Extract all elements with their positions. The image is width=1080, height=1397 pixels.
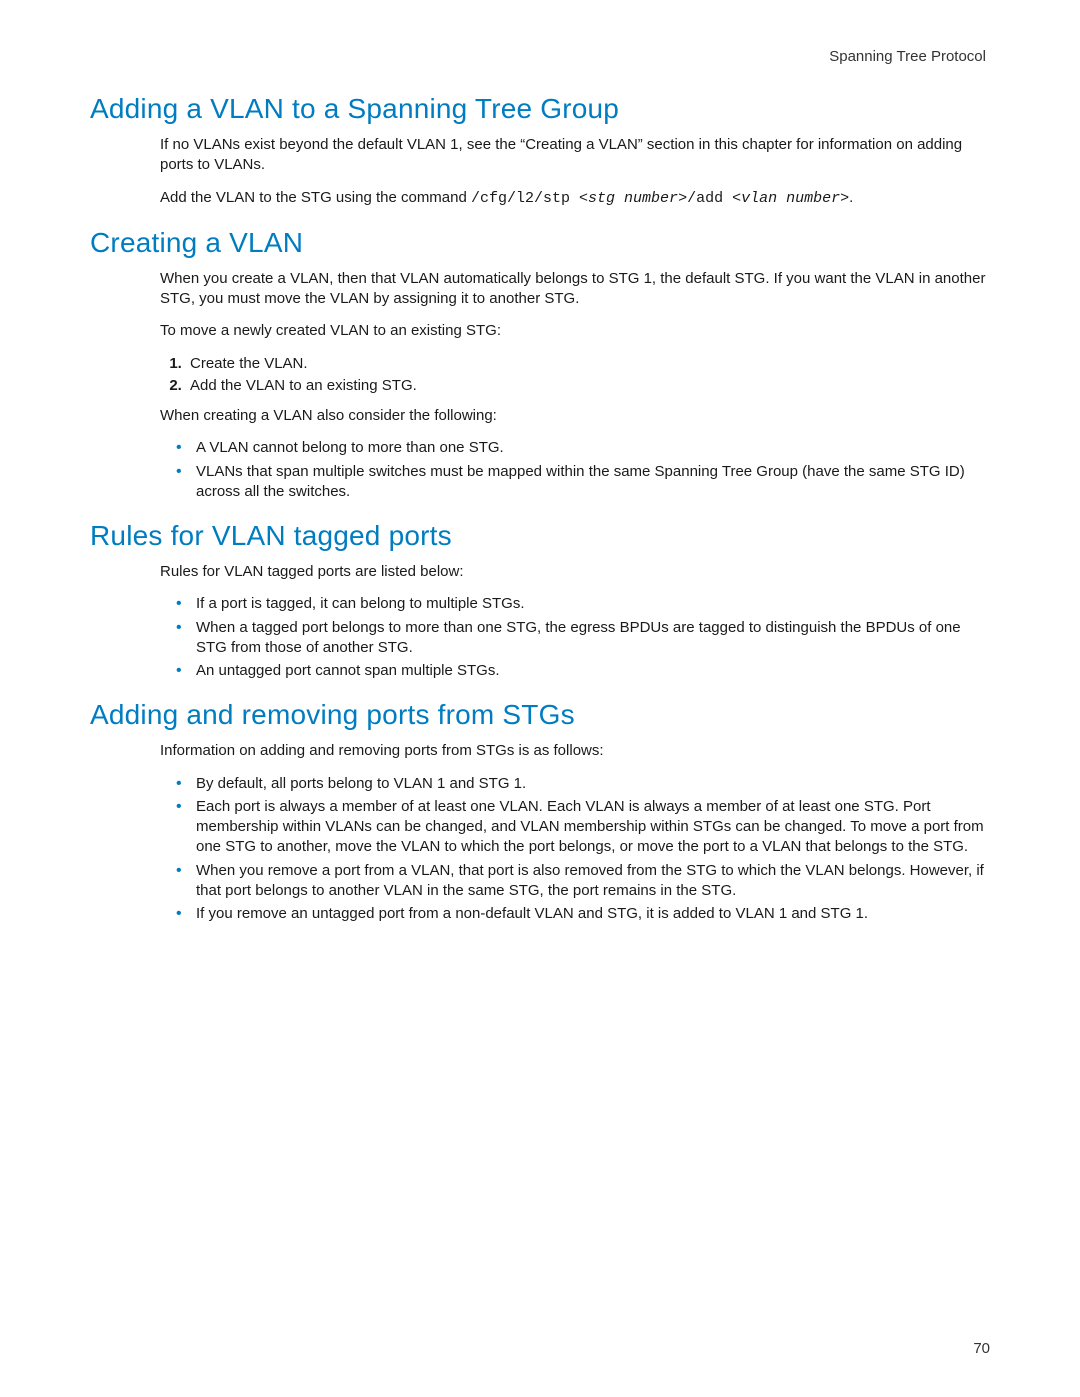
page-content: Spanning Tree Protocol Adding a VLAN to … — [0, 0, 1080, 924]
para: When creating a VLAN also consider the f… — [160, 406, 990, 426]
code: /cfg/l2/stp — [471, 190, 579, 207]
page-number: 70 — [973, 1340, 990, 1357]
bullet-list: By default, all ports belong to VLAN 1 a… — [160, 774, 990, 925]
para: When you create a VLAN, then that VLAN a… — [160, 269, 990, 310]
heading-adding-vlan-stg: Adding a VLAN to a Spanning Tree Group — [90, 93, 990, 125]
code-arg: <stg number> — [579, 190, 687, 207]
heading-rules-tagged: Rules for VLAN tagged ports — [90, 520, 990, 552]
list-item: A VLAN cannot belong to more than one ST… — [182, 438, 990, 458]
ordered-steps: Create the VLAN. Add the VLAN to an exis… — [160, 354, 990, 397]
body-rules-tagged: Rules for VLAN tagged ports are listed b… — [160, 562, 990, 681]
list-item: Add the VLAN to an existing STG. — [186, 376, 990, 396]
list-item: When you remove a port from a VLAN, that… — [182, 861, 990, 902]
para-command: Add the VLAN to the STG using the comman… — [160, 188, 990, 209]
text: . — [849, 189, 853, 206]
list-item: An untagged port cannot span multiple ST… — [182, 661, 990, 681]
body-creating-vlan: When you create a VLAN, then that VLAN a… — [160, 269, 990, 502]
list-item: If you remove an untagged port from a no… — [182, 904, 990, 924]
heading-add-remove-ports: Adding and removing ports from STGs — [90, 699, 990, 731]
bullet-list: If a port is tagged, it can belong to mu… — [160, 594, 990, 681]
code-arg: <vlan number> — [732, 190, 849, 207]
heading-creating-vlan: Creating a VLAN — [90, 227, 990, 259]
body-adding-vlan-stg: If no VLANs exist beyond the default VLA… — [160, 135, 990, 209]
running-header: Spanning Tree Protocol — [90, 48, 990, 65]
list-item: By default, all ports belong to VLAN 1 a… — [182, 774, 990, 794]
list-item: Each port is always a member of at least… — [182, 797, 990, 858]
text: Add the VLAN to the STG using the comman… — [160, 189, 471, 206]
list-item: If a port is tagged, it can belong to mu… — [182, 594, 990, 614]
list-item: When a tagged port belongs to more than … — [182, 618, 990, 659]
para: Rules for VLAN tagged ports are listed b… — [160, 562, 990, 582]
para: To move a newly created VLAN to an exist… — [160, 321, 990, 341]
list-item: VLANs that span multiple switches must b… — [182, 462, 990, 503]
para: If no VLANs exist beyond the default VLA… — [160, 135, 990, 176]
body-add-remove-ports: Information on adding and removing ports… — [160, 741, 990, 924]
bullet-list: A VLAN cannot belong to more than one ST… — [160, 438, 990, 502]
code: /add — [687, 190, 732, 207]
list-item: Create the VLAN. — [186, 354, 990, 374]
para: Information on adding and removing ports… — [160, 741, 990, 761]
